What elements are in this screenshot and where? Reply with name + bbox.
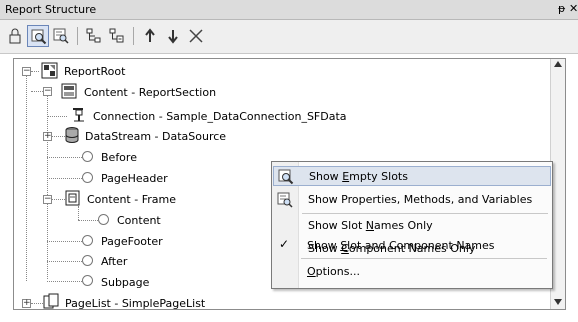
pagelist-icon: [43, 293, 59, 309]
collapse-toggle[interactable]: −: [43, 195, 52, 204]
tree-node-label[interactable]: ReportRoot: [64, 65, 125, 78]
delete-icon: [189, 29, 203, 43]
lock-icon: [9, 28, 21, 44]
menu-item-label: Show Properties, Methods, and Variables: [308, 193, 533, 206]
tree-connector: [47, 261, 82, 262]
menu-item-show-slot-and-component-names[interactable]: ✓ Show Slot and Component Names: [272, 236, 550, 256]
expand-structure-button[interactable]: [83, 25, 105, 47]
expand-toggle[interactable]: +: [22, 299, 31, 308]
toolbar-separator: [77, 27, 78, 45]
tree-connector: [47, 178, 82, 179]
tree-connector: [31, 71, 39, 72]
show-properties-icon: [277, 192, 293, 208]
tree-connector: [31, 91, 43, 92]
menu-item-show-properties[interactable]: Show Properties, Methods, and Variables: [273, 190, 551, 210]
show-empty-slots-button[interactable]: [27, 25, 49, 47]
panel-title: Report Structure: [5, 3, 97, 16]
menu-separator: [301, 258, 547, 259]
datastream-icon: [65, 127, 79, 143]
menu-item-label: Show Empty Slots: [309, 170, 408, 183]
tree-connector: [47, 241, 82, 242]
move-down-button[interactable]: [162, 25, 184, 47]
tree-connector: [47, 157, 82, 158]
empty-slot-icon: [98, 214, 109, 225]
empty-slot-icon: [82, 235, 93, 246]
close-icon[interactable]: ✕: [569, 2, 578, 15]
menu-item-show-slot-names-only[interactable]: Show Slot Names Only: [273, 216, 551, 236]
menu-item-options[interactable]: Options...: [272, 262, 550, 282]
collapse-structure-icon: [109, 28, 124, 43]
scroll-down-icon[interactable]: [554, 299, 562, 305]
empty-slot-icon: [82, 172, 93, 183]
tree-connector: [47, 281, 82, 282]
tree-connector: [26, 72, 27, 281]
empty-slot-icon: [82, 151, 93, 162]
connection-icon: [73, 108, 84, 122]
pin-icon[interactable]: ᵽ: [558, 2, 565, 15]
show-properties-icon: [53, 28, 69, 44]
collapse-toggle[interactable]: −: [43, 87, 52, 96]
toolbar-separator: [133, 27, 134, 45]
collapse-toggle[interactable]: −: [22, 67, 31, 76]
move-up-button[interactable]: [139, 25, 161, 47]
move-up-icon: [145, 28, 155, 42]
expand-toggle[interactable]: +: [43, 132, 52, 141]
tree-node-label[interactable]: PageList - SimplePageList: [65, 297, 205, 309]
show-empty-slots-icon: [31, 29, 47, 45]
menu-item-label: Show Slot and Component Names: [307, 239, 495, 252]
lock-button[interactable]: [4, 25, 26, 47]
tree-connector: [78, 220, 98, 221]
empty-slot-icon: [82, 275, 93, 286]
delete-button[interactable]: [185, 25, 207, 47]
tree-node-label[interactable]: Content - ReportSection: [84, 86, 216, 99]
tree-connector: [31, 303, 43, 304]
collapse-structure-button[interactable]: [106, 25, 128, 47]
tree-node-label[interactable]: Before: [101, 151, 137, 164]
tree-node-label[interactable]: After: [101, 255, 127, 268]
report-root-icon: [41, 62, 58, 79]
menu-item-label: Options...: [307, 265, 360, 278]
tree-node-label[interactable]: Content: [117, 214, 161, 227]
scroll-up-icon[interactable]: [554, 61, 562, 67]
report-section-icon: [61, 83, 77, 99]
tree-node-label[interactable]: Subpage: [101, 276, 149, 289]
tree-node-label[interactable]: PageHeader: [101, 172, 168, 185]
tree-node-label[interactable]: PageFooter: [101, 235, 163, 248]
tree-node-label[interactable]: Content - Frame: [87, 193, 176, 206]
frame-icon: [65, 190, 80, 206]
tree-node-label[interactable]: DataStream - DataSource: [85, 130, 226, 143]
panel-title-bar: Report Structure ᵽ ✕: [0, 0, 578, 20]
menu-item-show-empty-slots[interactable]: Show Empty Slots: [273, 166, 551, 186]
checkmark-icon: ✓: [279, 237, 290, 251]
tree-node-label[interactable]: Connection - Sample_DataConnection_SFDat…: [93, 110, 347, 123]
empty-slot-icon: [82, 255, 93, 266]
menu-item-label: Show Slot Names Only: [308, 219, 433, 232]
expand-structure-icon: [86, 28, 101, 43]
toolbar: [0, 20, 578, 54]
tree-connector: [78, 206, 79, 220]
menu-separator: [302, 213, 548, 214]
show-empty-slots-icon: [278, 169, 294, 185]
show-properties-button[interactable]: [50, 25, 72, 47]
tree-connector: [47, 116, 67, 117]
tree-connector: [47, 96, 48, 279]
move-down-icon: [168, 30, 178, 44]
